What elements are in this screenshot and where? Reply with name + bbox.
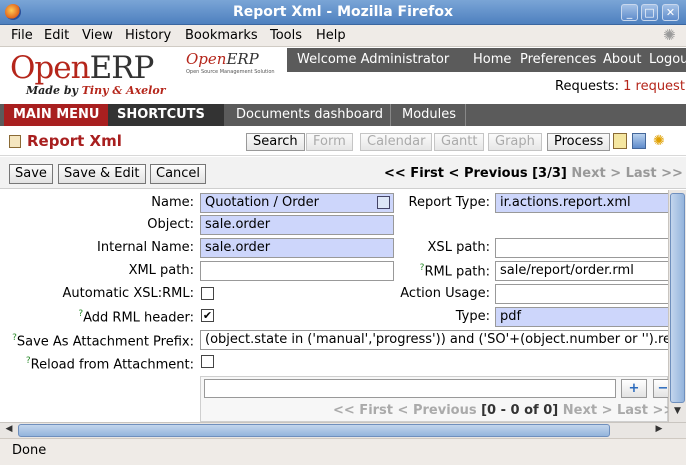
home-link[interactable]: Home	[473, 52, 511, 67]
main-navbar: MAIN MENU SHORTCUTS Documents dashboard …	[0, 104, 686, 126]
modules-link[interactable]: Modules	[402, 107, 456, 122]
window-titlebar: Report Xml - Mozilla Firefox _ □ ✕	[0, 0, 686, 25]
search-view-button[interactable]: Search	[246, 133, 305, 151]
process-button[interactable]: Process	[547, 133, 611, 151]
o2m-pager-next[interactable]: Next >	[563, 403, 613, 418]
type-label: Type:	[455, 309, 490, 324]
one2many-list: + − << First < Previous [0 - 0 of 0] Nex…	[200, 376, 674, 422]
welcome-text: Welcome Administrator	[297, 52, 450, 67]
add-rml-header-label: ?Add RML header:	[78, 309, 194, 326]
o2m-pager-previous[interactable]: < Previous	[398, 403, 477, 418]
form-view-button[interactable]: Form	[306, 133, 353, 151]
menu-history[interactable]: History	[125, 28, 171, 43]
internal-name-field[interactable]: sale.order	[200, 238, 394, 258]
auto-xsl-checkbox[interactable]	[201, 287, 214, 300]
openerp-small-logo: OpenERP Open Source Management Solution	[186, 50, 275, 75]
record-pager: << First < Previous [3/3] Next > Last >>	[384, 166, 683, 181]
requests-link[interactable]: 1 request	[623, 79, 685, 94]
xml-path-label: XML path:	[128, 263, 194, 278]
pager-count: [3/3]	[532, 166, 567, 181]
document-icon	[9, 135, 21, 148]
reload-attachment-label: ?Reload from Attachment:	[25, 356, 194, 373]
save-button[interactable]: Save	[9, 164, 53, 184]
settings-icon[interactable]: ✺	[653, 133, 667, 149]
scroll-down-icon[interactable]: ▼	[671, 406, 684, 419]
add-icon[interactable]: +	[621, 379, 647, 398]
save-attachment-field[interactable]: (object.state in ('manual','progress')) …	[200, 330, 668, 350]
documents-dashboard-link[interactable]: Documents dashboard	[236, 107, 383, 122]
name-field[interactable]: Quotation / Order	[200, 193, 394, 213]
translate-field-icon[interactable]	[377, 196, 390, 209]
cancel-button[interactable]: Cancel	[150, 164, 207, 184]
logout-link[interactable]: Logout	[649, 52, 686, 67]
main-menu-tab[interactable]: MAIN MENU	[4, 104, 108, 126]
o2m-search-input[interactable]	[204, 379, 616, 398]
save-attachment-label: ?Save As Attachment Prefix:	[12, 333, 194, 350]
pager-first[interactable]: << First	[384, 166, 444, 181]
pager-previous[interactable]: < Previous	[449, 166, 528, 181]
menu-edit[interactable]: Edit	[44, 28, 69, 43]
gantt-view-button[interactable]: Gantt	[434, 133, 485, 151]
throbber-icon: ✺	[663, 26, 676, 44]
rml-path-label: ?RML path:	[419, 263, 490, 280]
window-title: Report Xml - Mozilla Firefox	[232, 4, 454, 20]
translate-icon[interactable]	[632, 133, 646, 149]
menu-view[interactable]: View	[82, 28, 113, 43]
top-user-bar: Welcome Administrator Home Preferences A…	[287, 48, 686, 72]
object-label: Object:	[147, 217, 194, 232]
auto-xsl-label: Automatic XSL:RML:	[62, 286, 194, 301]
internal-name-label: Internal Name:	[97, 240, 194, 255]
horizontal-scrollbar[interactable]: ◀ ▶	[0, 422, 686, 438]
action-usage-label: Action Usage:	[400, 286, 490, 301]
action-usage-field[interactable]	[495, 284, 668, 304]
add-rml-header-checkbox[interactable]: ✔	[201, 309, 214, 322]
pager-last[interactable]: Last >>	[626, 166, 683, 181]
save-edit-button[interactable]: Save & Edit	[58, 164, 146, 184]
o2m-pager-last[interactable]: Last >>	[617, 403, 674, 418]
xsl-path-field[interactable]	[495, 238, 668, 258]
status-text: Done	[12, 443, 47, 458]
openerp-logo[interactable]: OpenERP Made by Tiny & Axelor	[8, 48, 208, 100]
menubar: File Edit View History Bookmarks Tools H…	[0, 25, 686, 47]
rml-path-field[interactable]: sale/report/order.rml	[495, 261, 668, 281]
preferences-link[interactable]: Preferences	[520, 52, 596, 67]
reload-attachment-checkbox[interactable]	[201, 355, 214, 368]
type-select[interactable]: pdf	[495, 307, 668, 327]
name-label: Name:	[151, 195, 194, 210]
about-link[interactable]: About	[603, 52, 641, 67]
o2m-pager-first[interactable]: << First	[333, 403, 393, 418]
graph-view-button[interactable]: Graph	[488, 133, 542, 151]
vertical-scrollbar[interactable]: ▼	[668, 190, 686, 422]
o2m-pager-count: [0 - 0 of 0]	[481, 403, 559, 418]
maximize-icon[interactable]: □	[641, 4, 658, 21]
menu-tools[interactable]: Tools	[270, 28, 302, 43]
o2m-pager: << First < Previous [0 - 0 of 0] Next > …	[333, 403, 674, 418]
shortcuts-tab[interactable]: SHORTCUTS	[108, 104, 224, 126]
object-field[interactable]: sale.order	[200, 215, 394, 235]
close-icon[interactable]: ✕	[662, 4, 679, 21]
scroll-right-icon[interactable]: ▶	[652, 424, 666, 437]
calendar-view-button[interactable]: Calendar	[360, 133, 433, 151]
xsl-path-label: XSL path:	[427, 240, 490, 255]
menu-file[interactable]: File	[11, 28, 33, 43]
page-title: Report Xml	[27, 132, 122, 150]
xml-path-field[interactable]	[200, 261, 394, 281]
menu-bookmarks[interactable]: Bookmarks	[185, 28, 258, 43]
requests-indicator: Requests: 1 request	[555, 79, 685, 94]
pager-next[interactable]: Next >	[571, 166, 621, 181]
horizontal-scroll-thumb[interactable]	[18, 424, 610, 437]
menu-help[interactable]: Help	[316, 28, 346, 43]
report-type-label: Report Type:	[408, 195, 490, 210]
vertical-scroll-thumb[interactable]	[670, 193, 685, 403]
minimize-icon[interactable]: _	[621, 4, 638, 21]
status-bar: Done	[0, 438, 686, 465]
report-icon[interactable]	[613, 133, 627, 149]
scroll-left-icon[interactable]: ◀	[2, 424, 16, 437]
report-type-field[interactable]: ir.actions.report.xml	[495, 193, 668, 213]
